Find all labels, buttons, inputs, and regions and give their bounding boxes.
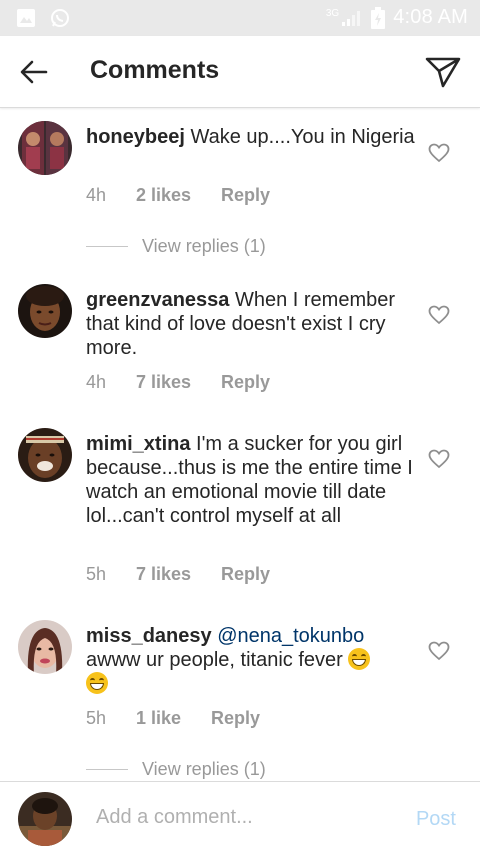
comment-time: 5h bbox=[86, 708, 107, 728]
avatar bbox=[18, 792, 72, 846]
like-heart-icon[interactable] bbox=[428, 305, 450, 325]
avatar-image bbox=[18, 428, 72, 482]
comment-text: miss_danesy @nena_tokunbo awww ur people… bbox=[86, 624, 418, 696]
comment-time: 4h bbox=[86, 372, 107, 392]
comment-composer: Post bbox=[0, 781, 480, 854]
comment-likes[interactable]: 7 likes bbox=[136, 564, 191, 585]
status-bar: 3G 4:08 AM bbox=[0, 0, 480, 36]
comment-body: awww ur people, titanic fever bbox=[86, 649, 343, 671]
view-replies-label: View replies (1) bbox=[142, 236, 266, 256]
like-heart-icon[interactable] bbox=[428, 449, 450, 469]
avatar-image bbox=[18, 284, 72, 338]
comment-text: honeybeej Wake up....You in Nigeria bbox=[86, 125, 418, 149]
comment-username[interactable]: greenzvanessa bbox=[86, 289, 229, 311]
post-button[interactable]: Post bbox=[416, 808, 456, 831]
avatar[interactable] bbox=[18, 620, 72, 674]
comment-likes[interactable]: 2 likes bbox=[136, 185, 191, 206]
back-button[interactable] bbox=[18, 56, 50, 88]
comment-meta: 5h 1 like Reply bbox=[86, 708, 260, 729]
network-type: 3G bbox=[325, 8, 340, 19]
comment-mention-link[interactable]: @nena_tokunbo bbox=[217, 625, 364, 647]
comment-text: mimi_xtina I'm a sucker for you girl bec… bbox=[86, 432, 418, 528]
comment-username[interactable]: miss_danesy bbox=[86, 625, 212, 647]
avatar-image bbox=[18, 792, 72, 846]
view-replies-label: View replies (1) bbox=[142, 759, 266, 779]
avatar-image bbox=[18, 121, 72, 175]
comment-username[interactable]: mimi_xtina bbox=[86, 433, 190, 455]
view-replies-button[interactable]: View replies (1) bbox=[86, 236, 266, 257]
comment-likes[interactable]: 1 like bbox=[136, 708, 181, 729]
status-bar-notifications bbox=[16, 8, 70, 28]
divider bbox=[86, 769, 128, 770]
comment-time: 4h bbox=[86, 185, 107, 205]
comment-body: Wake up....You in Nigeria bbox=[190, 126, 415, 148]
arrow-left-icon bbox=[20, 60, 48, 84]
comment-text: greenzvanessa When I remember that kind … bbox=[86, 288, 418, 360]
status-bar-system: 3G 4:08 AM bbox=[326, 6, 468, 29]
comments-list[interactable]: honeybeej Wake up....You in Nigeria 4h 2… bbox=[0, 109, 480, 781]
view-replies-button[interactable]: View replies (1) bbox=[86, 759, 266, 780]
comment-meta: 4h 2 likes Reply bbox=[86, 185, 270, 206]
avatar[interactable] bbox=[18, 284, 72, 338]
comment-meta: 5h 7 likes Reply bbox=[86, 564, 270, 585]
reply-button[interactable]: Reply bbox=[221, 185, 270, 206]
reply-button[interactable]: Reply bbox=[221, 564, 270, 585]
like-heart-icon[interactable] bbox=[428, 143, 450, 163]
like-heart-icon[interactable] bbox=[428, 641, 450, 661]
paper-plane-icon bbox=[425, 57, 461, 88]
comment-username[interactable]: honeybeej bbox=[86, 126, 185, 148]
reply-button[interactable]: Reply bbox=[221, 372, 270, 393]
whatsapp-icon bbox=[51, 9, 69, 27]
comment-time: 5h bbox=[86, 564, 107, 584]
comment-meta: 4h 7 likes Reply bbox=[86, 372, 270, 393]
reply-button[interactable]: Reply bbox=[211, 708, 260, 729]
gallery-icon bbox=[17, 9, 35, 27]
comment-input[interactable] bbox=[96, 806, 386, 829]
clock: 4:08 AM bbox=[393, 6, 468, 28]
avatar[interactable] bbox=[18, 121, 72, 175]
page-title: Comments bbox=[90, 56, 220, 84]
avatar[interactable] bbox=[18, 428, 72, 482]
divider bbox=[86, 246, 128, 247]
avatar-image bbox=[18, 620, 72, 674]
signal-icon bbox=[342, 10, 361, 26]
grinning-emoji-icon bbox=[86, 672, 108, 694]
share-button[interactable] bbox=[424, 54, 462, 90]
comments-header: Comments bbox=[0, 36, 480, 108]
comment-likes[interactable]: 7 likes bbox=[136, 372, 191, 393]
grinning-emoji-icon bbox=[348, 648, 371, 670]
battery-charging-icon bbox=[371, 6, 386, 29]
